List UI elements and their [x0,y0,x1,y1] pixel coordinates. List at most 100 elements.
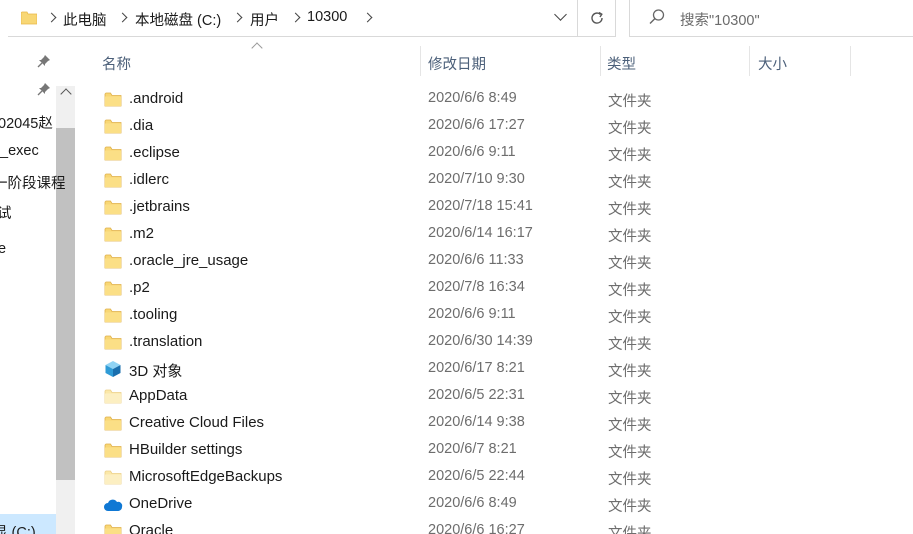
column-divider[interactable] [420,46,421,76]
file-modified-date: 2020/6/5 22:44 [428,468,525,484]
folder-icon [21,11,37,25]
file-name[interactable]: .jetbrains [129,198,190,215]
file-row[interactable]: OneDrive 2020/6/6 8:49 文件夹 [96,491,913,518]
folder-icon [104,334,122,350]
file-type: 文件夹 [608,256,652,272]
file-row[interactable]: Creative Cloud Files 2020/6/14 9:38 文件夹 [96,410,913,437]
search-placeholder[interactable]: 搜索"10300" [680,9,760,30]
column-header-date[interactable]: 修改日期 [428,53,486,74]
file-name[interactable]: OneDrive [129,495,192,512]
breadcrumb-chevron-icon[interactable] [45,8,59,28]
file-name[interactable]: AppData [129,387,187,404]
file-row[interactable]: .translation 2020/6/30 14:39 文件夹 [96,329,913,356]
column-divider[interactable] [600,46,601,76]
search-icon [649,9,665,24]
file-name[interactable]: .translation [129,333,202,350]
address-history-dropdown-icon[interactable] [553,8,569,26]
file-name[interactable]: .tooling [129,306,177,323]
file-type: 文件夹 [608,283,652,299]
nav-item[interactable]: 一阶段课程 [0,172,66,193]
file-name[interactable]: Creative Cloud Files [129,414,264,431]
file-modified-date: 2020/6/6 8:49 [428,90,517,106]
nav-item[interactable]: 试 [0,202,12,223]
folder-icon [104,307,122,323]
breadcrumb-local-disk[interactable]: 本地磁盘 (C:) [135,9,221,30]
column-header-size[interactable]: 大小 [758,53,787,74]
file-row[interactable]: .m2 2020/6/14 16:17 文件夹 [96,221,913,248]
file-row[interactable]: MicrosoftEdgeBackups 2020/6/5 22:44 文件夹 [96,464,913,491]
column-header-name[interactable]: 名称 [102,53,131,74]
file-name[interactable]: .idlerc [129,171,169,188]
breadcrumb-chevron-icon[interactable] [289,8,303,28]
address-bar[interactable]: 此电脑 本地磁盘 (C:) 用户 10300 [8,0,578,37]
file-row[interactable]: .eclipse 2020/6/6 9:11 文件夹 [96,140,913,167]
file-row[interactable]: 3D 对象 2020/6/17 8:21 文件夹 [96,356,913,383]
file-name[interactable]: HBuilder settings [129,441,242,458]
file-type: 文件夹 [608,148,652,164]
file-row[interactable]: .android 2020/6/6 8:49 文件夹 [96,86,913,113]
file-type: 文件夹 [608,310,652,326]
file-name[interactable]: MicrosoftEdgeBackups [129,468,282,485]
nav-item[interactable]: _exec [0,143,39,159]
file-modified-date: 2020/6/6 9:11 [428,144,516,160]
file-modified-date: 2020/7/10 9:30 [428,171,525,187]
file-row[interactable]: .idlerc 2020/7/10 9:30 文件夹 [96,167,913,194]
folder-icon [104,253,122,269]
nav-item[interactable]: e [0,241,6,257]
file-name[interactable]: 3D 对象 [129,360,182,381]
file-name[interactable]: .eclipse [129,144,180,161]
file-name[interactable]: .p2 [129,279,150,296]
folder-icon [104,118,122,134]
file-row[interactable]: .oracle_jre_usage 2020/6/6 11:33 文件夹 [96,248,913,275]
folder-icon [104,415,122,431]
file-name[interactable]: .oracle_jre_usage [129,252,248,269]
address-bar-region: 此电脑 本地磁盘 (C:) 用户 10300 搜索"10300" [0,0,913,38]
pin-icon[interactable] [37,82,51,96]
file-type: 文件夹 [608,229,652,245]
file-modified-date: 2020/6/6 16:27 [428,522,525,534]
file-modified-date: 2020/7/8 16:34 [428,279,525,295]
file-type: 文件夹 [608,337,652,353]
file-name[interactable]: .m2 [129,225,154,242]
breadcrumb-users[interactable]: 用户 [250,9,279,30]
file-name[interactable]: .android [129,90,183,107]
breadcrumb-chevron-icon[interactable] [231,8,245,28]
refresh-button[interactable] [578,0,616,37]
folder-icon [104,523,122,534]
file-row[interactable]: .dia 2020/6/6 17:27 文件夹 [96,113,913,140]
nav-item-local-disk[interactable]: 显 (C:) [0,521,36,534]
folder-icon [104,199,122,215]
file-name[interactable]: Oracle [129,522,173,534]
file-row[interactable]: .p2 2020/7/8 16:34 文件夹 [96,275,913,302]
file-modified-date: 2020/6/7 8:21 [428,441,517,457]
file-row[interactable]: .tooling 2020/6/6 9:11 文件夹 [96,302,913,329]
breadcrumb-this-pc[interactable]: 此电脑 [63,9,107,30]
column-divider[interactable] [749,46,750,76]
search-box[interactable]: 搜索"10300" [629,0,913,37]
column-divider[interactable] [850,46,851,76]
file-modified-date: 2020/6/30 14:39 [428,333,533,349]
breadcrumb-current-folder[interactable]: 10300 [307,9,347,25]
breadcrumb-chevron-icon[interactable] [116,8,130,28]
file-type: 文件夹 [608,472,652,488]
file-modified-date: 2020/6/14 16:17 [428,225,533,241]
file-row[interactable]: Oracle 2020/6/6 16:27 文件夹 [96,518,913,534]
file-modified-date: 2020/6/5 22:31 [428,387,525,403]
file-name[interactable]: .dia [129,117,153,134]
folder-icon [104,172,122,188]
pin-icon[interactable] [37,54,51,68]
folder-faded-icon [104,388,122,404]
file-row[interactable]: AppData 2020/6/5 22:31 文件夹 [96,383,913,410]
refresh-icon [591,11,603,24]
nav-item[interactable]: 02045赵 [0,112,53,133]
file-row[interactable]: HBuilder settings 2020/6/7 8:21 文件夹 [96,437,913,464]
file-type: 文件夹 [608,391,652,407]
folder-icon [104,226,122,242]
folder-icon [104,442,122,458]
folder-icon [104,91,122,107]
breadcrumb-chevron-icon[interactable] [361,8,375,28]
file-modified-date: 2020/7/18 15:41 [428,198,533,214]
file-row[interactable]: .jetbrains 2020/7/18 15:41 文件夹 [96,194,913,221]
navigation-pane: 02045赵 _exec 一阶段课程 试 e 显 (C:) [0,40,76,534]
column-header-type[interactable]: 类型 [607,53,636,74]
